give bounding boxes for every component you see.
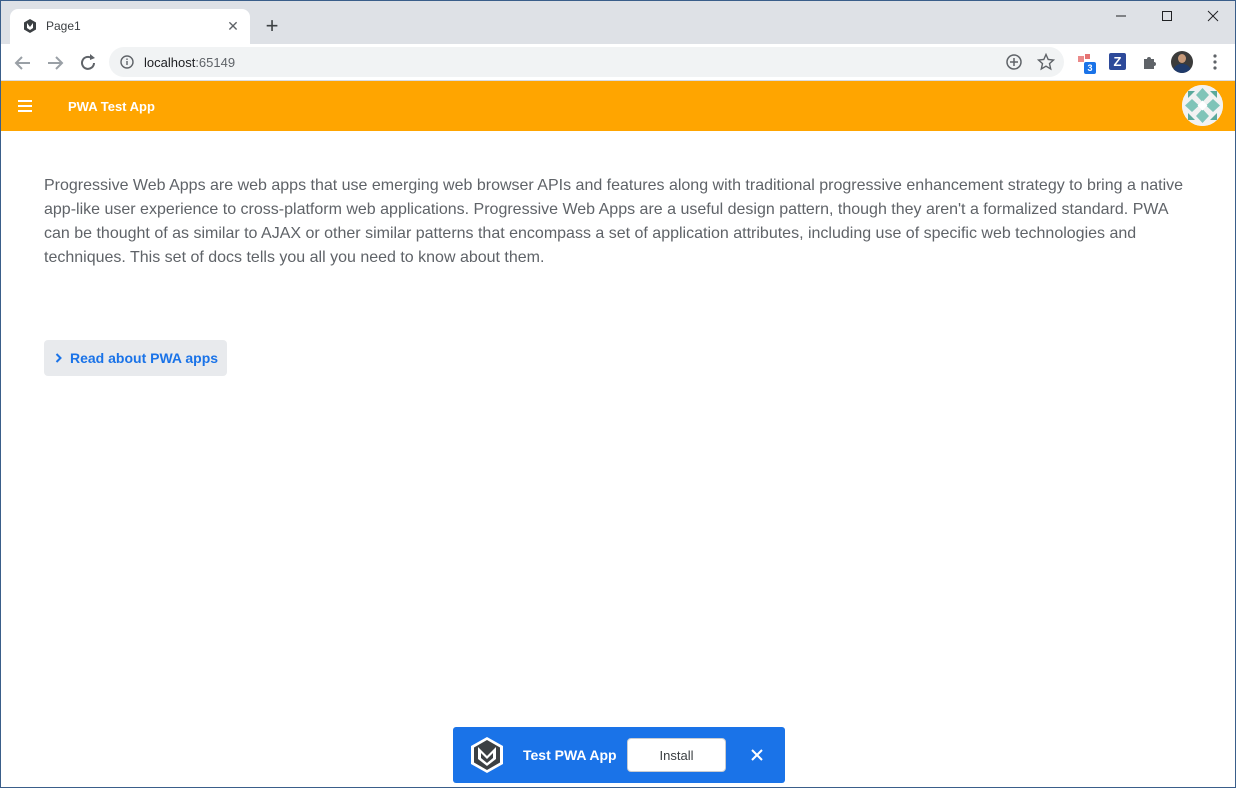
tab-close-icon[interactable]: ✕ xyxy=(224,17,242,35)
url-port: :65149 xyxy=(195,55,236,70)
forward-arrow-icon[interactable] xyxy=(43,51,67,75)
identicon-icon xyxy=(1182,85,1223,126)
site-info-icon[interactable] xyxy=(120,55,134,69)
browser-menu-kebab-icon[interactable] xyxy=(1205,52,1225,72)
maximize-button[interactable] xyxy=(1144,1,1190,31)
profile-avatar[interactable] xyxy=(1171,51,1193,73)
browser-toolbar: localhost:65149 3 Z xyxy=(1,44,1235,81)
tab-title: Page1 xyxy=(46,19,81,33)
app-favicon-icon xyxy=(24,19,36,33)
minimize-button[interactable] xyxy=(1098,1,1144,31)
tab-strip: Page1 ✕ + xyxy=(1,1,1235,44)
install-app-icon[interactable] xyxy=(1005,53,1023,71)
intro-paragraph: Progressive Web Apps are web apps that u… xyxy=(44,177,1184,266)
maximize-icon xyxy=(1162,11,1172,21)
url-text: localhost:65149 xyxy=(144,55,235,70)
app-title: PWA Test App xyxy=(68,99,155,114)
install-banner: Test PWA App Install xyxy=(453,727,785,783)
avatar-body xyxy=(1173,64,1191,73)
close-icon xyxy=(1207,10,1219,22)
url-host: localhost xyxy=(144,55,196,70)
hamburger-menu-icon[interactable] xyxy=(18,100,32,112)
close-window-button[interactable] xyxy=(1190,1,1235,31)
chevron-right-icon xyxy=(55,353,62,363)
bookmark-star-icon[interactable] xyxy=(1037,53,1055,71)
new-tab-button[interactable]: + xyxy=(260,15,284,39)
extensions-puzzle-icon[interactable] xyxy=(1140,52,1160,72)
app-header: PWA Test App xyxy=(1,81,1235,131)
read-about-pwa-label: Read about PWA apps xyxy=(70,350,219,366)
app-logo-icon xyxy=(471,737,503,773)
banner-app-title: Test PWA App xyxy=(523,747,617,763)
browser-window: Page1 ✕ + localhost:65149 3 Z PWA Test A… xyxy=(0,0,1236,788)
back-arrow-icon[interactable] xyxy=(11,51,35,75)
banner-close-icon[interactable] xyxy=(750,748,764,762)
install-button[interactable]: Install xyxy=(627,738,726,772)
minimize-icon xyxy=(1116,15,1126,17)
avatar-face xyxy=(1178,54,1186,63)
z-extension-icon[interactable]: Z xyxy=(1109,53,1126,70)
browser-tab[interactable]: Page1 ✕ xyxy=(10,9,250,44)
read-about-pwa-button[interactable]: Read about PWA apps xyxy=(44,340,227,376)
app-avatar[interactable] xyxy=(1182,85,1223,126)
reload-icon[interactable] xyxy=(76,51,100,75)
extension-badge: 3 xyxy=(1084,62,1096,74)
address-bar[interactable]: localhost:65149 xyxy=(109,47,1064,77)
extension-puzzle-badge-icon[interactable]: 3 xyxy=(1076,52,1096,74)
